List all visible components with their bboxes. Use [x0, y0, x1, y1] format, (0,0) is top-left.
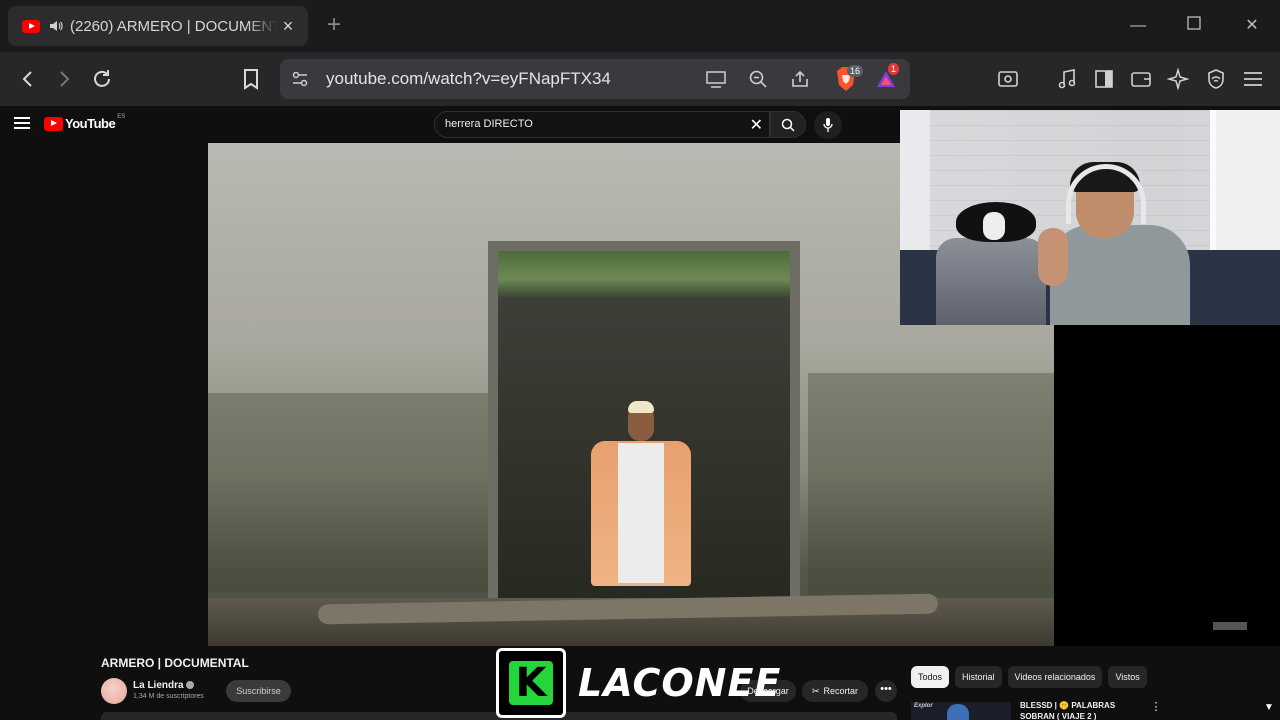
clear-search-icon[interactable]: ✕ [750, 115, 763, 135]
forward-icon[interactable] [50, 65, 78, 93]
chip-videos-relacionados[interactable]: Videos relacionados [1007, 666, 1103, 688]
streamer-brand-name: LACONEE [578, 661, 782, 705]
channel-name-text: La Liendra [133, 680, 184, 691]
browser-tab[interactable]: (2260) ARMERO | DOCUMENTAL × [8, 6, 308, 46]
wall-stain [808, 373, 1054, 603]
subscribe-button[interactable]: Suscribirse [226, 680, 291, 702]
wallet-icon[interactable] [1127, 65, 1155, 93]
youtube-logo[interactable]: YouTube ES [44, 113, 126, 131]
scissors-icon: ✂ [811, 685, 820, 696]
brave-rewards-icon[interactable]: 1 [874, 63, 900, 91]
voice-search-button[interactable] [814, 111, 842, 139]
guide-menu-icon[interactable] [14, 117, 30, 131]
youtube-play-icon [44, 116, 63, 131]
verified-icon [185, 681, 194, 690]
back-icon[interactable] [14, 65, 42, 93]
clip-label: Recortar [823, 686, 859, 696]
video-title: ARMERO | DOCUMENTAL [101, 656, 249, 670]
person-shirt [618, 443, 664, 583]
streamer-logo-overlay: K LACONEE [496, 648, 781, 718]
maximize-icon[interactable] [1182, 14, 1206, 38]
chevron-down-icon[interactable]: ▼ [1264, 702, 1278, 716]
browser-title-bar: (2260) ARMERO | DOCUMENTAL × + — ✕ [0, 0, 1280, 52]
search-button[interactable] [770, 111, 806, 138]
skeleton-decoration [936, 238, 1046, 325]
related-filter-chips: Todos Historial Videos relacionados Vist… [911, 666, 1147, 688]
menu-icon[interactable] [1239, 65, 1267, 93]
reload-icon[interactable] [88, 65, 116, 93]
wall-stain [208, 393, 488, 593]
streamer-hand [1038, 228, 1068, 286]
screen: (2260) ARMERO | DOCUMENTAL × + — ✕ youtu… [0, 0, 1280, 720]
more-actions-button[interactable]: ••• [875, 680, 897, 702]
channel-name[interactable]: La Liendra [133, 680, 194, 691]
youtube-favicon-icon [22, 19, 40, 33]
chip-vistos[interactable]: Vistos [1108, 666, 1147, 688]
tab-close-icon[interactable]: × [278, 16, 298, 36]
speaker-icon[interactable] [48, 18, 64, 34]
recommended-title[interactable]: BLESSD | 🤫 PALABRAS SOBRAN ( VIAJE 2 ) [1020, 700, 1150, 720]
chip-todos[interactable]: Todos [911, 666, 950, 688]
browser-toolbar: youtube.com/watch?v=eyFNapFTX34 16 1 [0, 52, 1280, 106]
search-icon [781, 118, 795, 132]
person-hair [628, 401, 654, 413]
streamer-hoodie [1050, 225, 1190, 325]
skull-mask [983, 212, 1005, 240]
search-input[interactable]: herrera DIRECTO ✕ [434, 111, 770, 138]
microphone-icon [823, 118, 833, 132]
leo-ai-icon[interactable] [1164, 65, 1192, 93]
recommended-thumbnail[interactable]: Explor [911, 702, 1011, 720]
new-tab-icon[interactable]: + [322, 13, 346, 38]
trees [498, 251, 790, 297]
url-text: youtube.com/watch?v=eyFNapFTX34 [326, 69, 611, 88]
screenshot-icon[interactable] [994, 65, 1022, 93]
chip-historial[interactable]: Historial [955, 666, 1002, 688]
region-code: ES [117, 113, 126, 120]
music-icon[interactable] [1053, 65, 1081, 93]
tab-title: (2260) ARMERO | DOCUMENTAL [70, 17, 278, 35]
youtube-logo-text: YouTube [65, 116, 116, 131]
video-watermark [1213, 622, 1247, 630]
streamer-facecam [900, 110, 1280, 325]
channel-avatar[interactable] [101, 678, 127, 704]
address-bar[interactable]: youtube.com/watch?v=eyFNapFTX34 16 1 [280, 59, 910, 99]
search-query: herrera DIRECTO [445, 118, 533, 130]
clip-button[interactable]: ✂ Recortar [802, 680, 868, 702]
thumbnail-label: Explor [914, 703, 933, 709]
minimize-icon[interactable]: — [1126, 14, 1150, 38]
kick-logo-icon: K [496, 648, 566, 718]
vpn-icon[interactable] [1202, 65, 1230, 93]
kick-logo-letter: K [509, 660, 553, 706]
brave-shield-icon[interactable]: 16 [833, 65, 864, 93]
thumbnail-figure [947, 704, 969, 720]
site-settings-icon[interactable] [288, 67, 312, 91]
subscriber-count: 1,34 M de suscriptores [133, 693, 204, 700]
rewards-count-badge: 1 [888, 63, 900, 75]
zoom-icon[interactable] [746, 67, 770, 91]
stream-background [1054, 325, 1280, 646]
shield-count-badge: 16 [847, 65, 864, 77]
cast-icon[interactable] [704, 67, 728, 91]
kebab-menu-icon[interactable]: ⋮ [1150, 700, 1162, 714]
share-icon[interactable] [788, 67, 812, 91]
close-window-icon[interactable]: ✕ [1240, 14, 1264, 38]
bookmark-icon[interactable] [237, 65, 265, 93]
youtube-header: YouTube ES herrera DIRECTO ✕ [0, 106, 900, 144]
sidebar-icon[interactable] [1090, 65, 1118, 93]
